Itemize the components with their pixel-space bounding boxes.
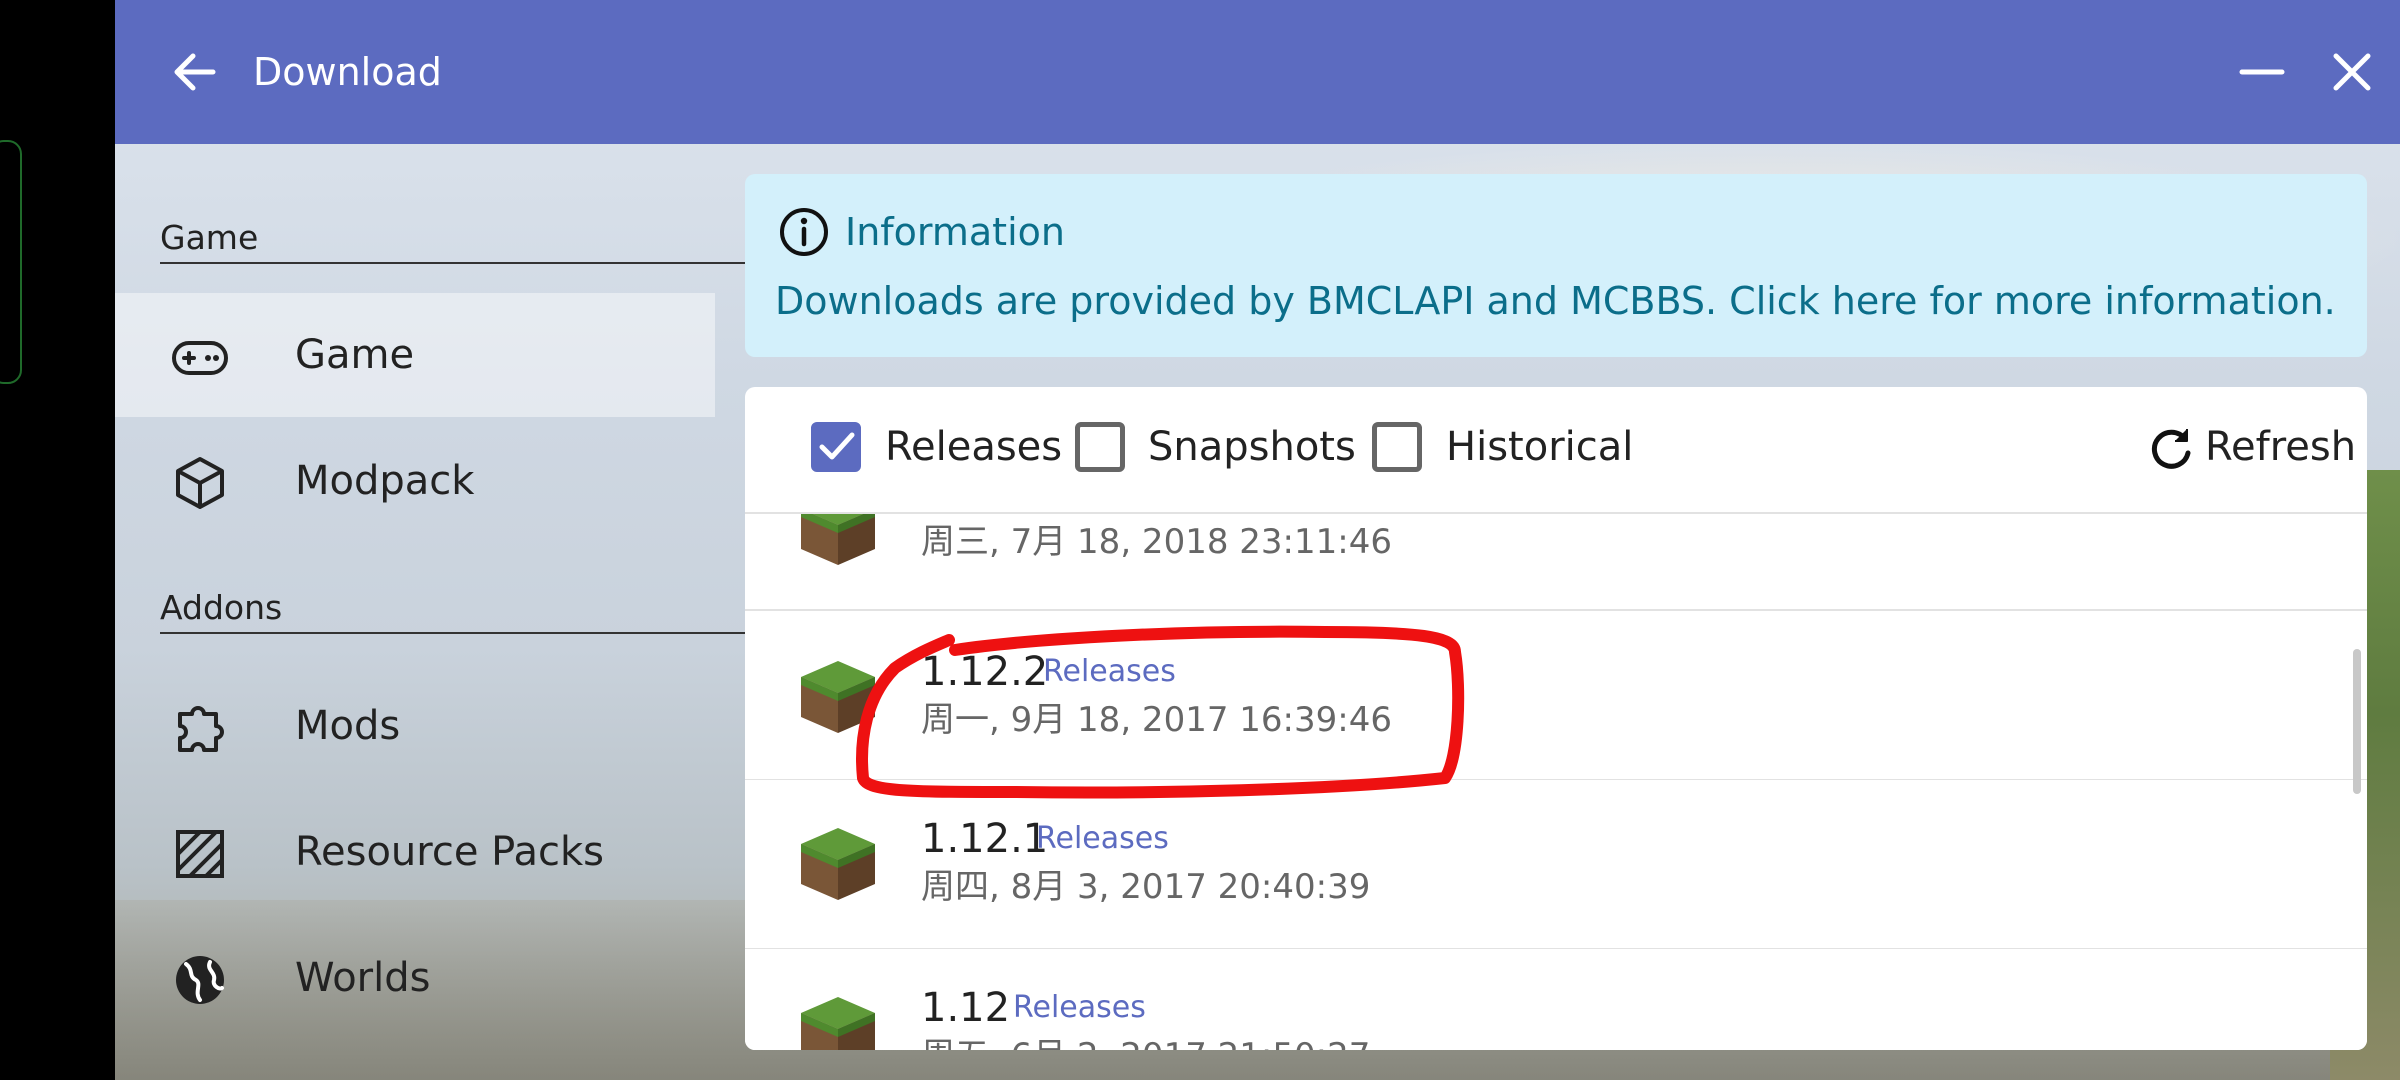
version-date: 周三, 7月 18, 2018 23:11:46 (921, 522, 1392, 562)
sidebar-item-label: Mods (295, 703, 401, 749)
version-list-panel: Releases Snapshots Historical Refresh 周三… (745, 387, 2367, 1050)
releases-checkbox[interactable] (811, 422, 861, 472)
refresh-button[interactable]: Refresh (2205, 417, 2356, 477)
gamepad-icon (172, 341, 228, 375)
historical-checkbox[interactable] (1372, 422, 1422, 472)
historical-label[interactable]: Historical (1446, 417, 1633, 477)
puzzle-icon (178, 706, 224, 752)
sidebar-item-game[interactable]: Game (115, 293, 715, 417)
close-icon[interactable] (2324, 44, 2380, 100)
snapshots-checkbox[interactable] (1075, 422, 1125, 472)
texture-icon (176, 830, 224, 878)
checkmark-icon (819, 432, 855, 460)
sidebar-section-game: Game (160, 218, 259, 257)
grass-block-icon (801, 661, 875, 733)
version-number: 1.12.2 (921, 649, 1049, 695)
version-list: 周三, 7月 18, 2018 23:11:46 1.12.2 Releases… (745, 514, 2367, 1050)
back-arrow-icon[interactable] (167, 44, 223, 100)
release-tag: Releases (1013, 990, 1146, 1025)
title-bar: Download (115, 0, 2400, 144)
version-row[interactable]: 1.12.1 Releases 周四, 8月 3, 2017 20:40:39 (745, 780, 2367, 950)
sidebar-item-label: Resource Packs (295, 829, 604, 875)
version-date: 周四, 8月 3, 2017 20:40:39 (921, 867, 1371, 907)
release-tag: Releases (1043, 654, 1176, 689)
information-title: Information (845, 210, 1065, 254)
package-icon (176, 457, 224, 509)
list-scrollbar[interactable] (2353, 649, 2361, 794)
information-text[interactable]: Downloads are provided by BMCLAPI and MC… (775, 274, 2336, 328)
sidebar-item-label: Game (295, 332, 415, 378)
sidebar-item-label: Worlds (295, 955, 431, 1001)
filter-bar: Releases Snapshots Historical Refresh (745, 387, 2367, 514)
sidebar-item-label: Modpack (295, 458, 475, 504)
sidebar-item-resource-packs[interactable]: Resource Packs (115, 790, 715, 914)
version-row[interactable]: 周三, 7月 18, 2018 23:11:46 (745, 514, 2367, 611)
window-title: Download (253, 50, 442, 94)
information-banner[interactable]: Information Downloads are provided by BM… (745, 174, 2367, 357)
version-row[interactable]: 1.12 Releases 周五, 6月 2, 2017 21:50:27 (745, 949, 2367, 1050)
grass-block-icon (801, 997, 875, 1050)
sidebar-item-modpack[interactable]: Modpack (115, 419, 715, 543)
section-divider (160, 632, 785, 634)
version-date: 周一, 9月 18, 2017 16:39:46 (921, 700, 1392, 740)
edge-indicator (0, 140, 22, 384)
version-number: 1.12.1 (921, 816, 1049, 862)
version-row[interactable]: 1.12.2 Releases 周一, 9月 18, 2017 16:39:46 (745, 611, 2367, 781)
minimize-icon[interactable] (2234, 44, 2290, 100)
download-window: Download Game Game Modpack Addons Mods R… (115, 0, 2400, 1080)
sidebar-section-addons: Addons (160, 588, 283, 627)
release-tag: Releases (1036, 821, 1169, 856)
sidebar-item-mods[interactable]: Mods (115, 664, 715, 788)
snapshots-label[interactable]: Snapshots (1148, 417, 1356, 477)
refresh-icon[interactable] (2147, 425, 2195, 473)
info-icon (780, 208, 828, 256)
section-divider (160, 262, 785, 264)
globe-icon (176, 956, 224, 1004)
version-number: 1.12 (921, 985, 1011, 1031)
grass-block-icon (801, 828, 875, 900)
version-date: 周五, 6月 2, 2017 21:50:27 (921, 1031, 1370, 1050)
grass-block-icon (801, 514, 875, 565)
sidebar-item-worlds[interactable]: Worlds (115, 916, 715, 1040)
left-screen-edge (0, 0, 115, 1080)
releases-label[interactable]: Releases (885, 417, 1062, 477)
